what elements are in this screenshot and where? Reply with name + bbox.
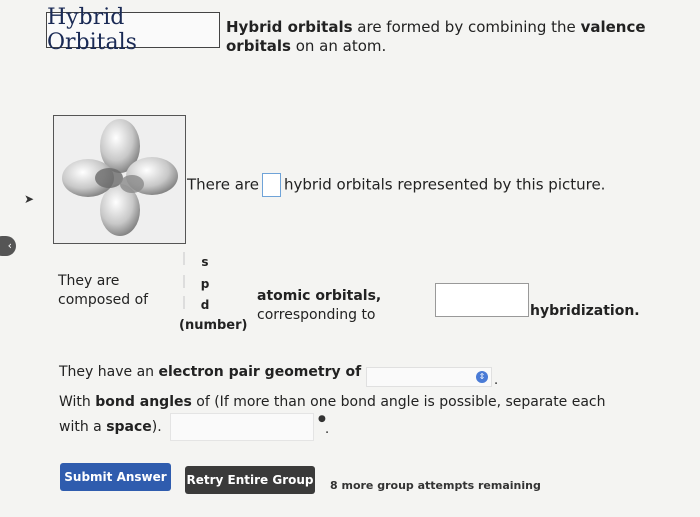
intro-text: Hybrid orbitals are formed by combining … — [226, 18, 666, 56]
intro-bold-hybrid: Hybrid orbitals — [226, 18, 353, 36]
orbital-lobe-front — [120, 175, 144, 193]
p-label: p — [200, 277, 210, 291]
bond-bold-space: space — [106, 419, 152, 435]
geometry-period: . — [494, 373, 499, 388]
bond-angle-question: With bond angles of (If more than one bo… — [59, 390, 629, 440]
page-title: Hybrid Orbitals — [46, 5, 220, 55]
orbital-lobe-back — [95, 168, 123, 188]
number-label: (number) — [179, 318, 248, 333]
q1-after: hybrid orbitals represented by this pict… — [284, 175, 606, 194]
intro-plain-2: on an atom. — [290, 37, 387, 55]
geometry-bold: electron pair geometry of — [158, 364, 362, 380]
atomic-orbitals-label: atomic orbitals, — [257, 288, 382, 304]
geometry-question: They have an electron pair geometry of — [59, 364, 361, 380]
hybridization-input[interactable] — [435, 283, 529, 317]
hybrid-count-input[interactable] — [262, 173, 281, 197]
geometry-select[interactable]: ⇕ — [366, 367, 492, 387]
q1-before: There are — [187, 175, 259, 194]
bond-period: . — [325, 422, 330, 437]
sp3d2-orbital-image — [62, 119, 178, 236]
attempts-remaining-text: 8 more group attempts remaining — [330, 479, 541, 492]
page-title-text: Hybrid Orbitals — [47, 5, 137, 55]
submit-answer-button[interactable]: Submit Answer — [60, 463, 171, 491]
hybridization-label: hybridization. — [530, 303, 640, 319]
intro-plain-1: are formed by combining the — [352, 18, 581, 36]
pointer-arrow-icon: ➤ — [24, 192, 35, 206]
p-input-line[interactable] — [183, 275, 185, 288]
composed-label: They are composed of — [58, 272, 168, 310]
corresponding-label: corresponding to — [257, 307, 376, 323]
s-label: s — [201, 255, 209, 269]
composed-line2: composed of — [58, 292, 149, 308]
retry-group-button[interactable]: Retry Entire Group — [185, 466, 315, 494]
question-hybrid-count: There are hybrid orbitals represented by … — [187, 173, 605, 197]
bond-angle-input[interactable] — [170, 413, 314, 441]
composed-line1: They are — [58, 273, 120, 289]
geometry-prefix: They have an — [59, 364, 159, 380]
d-input-line[interactable] — [183, 296, 185, 309]
side-collapse-tab[interactable]: ‹ — [0, 236, 16, 256]
bond-t1: With — [59, 394, 96, 410]
orbital-figure — [53, 115, 186, 244]
bond-t5: ). — [151, 419, 162, 435]
s-input-line[interactable] — [183, 252, 185, 265]
select-arrows-icon[interactable]: ⇕ — [476, 371, 488, 383]
d-label: d — [200, 298, 210, 312]
bond-bold: bond angles — [95, 394, 192, 410]
